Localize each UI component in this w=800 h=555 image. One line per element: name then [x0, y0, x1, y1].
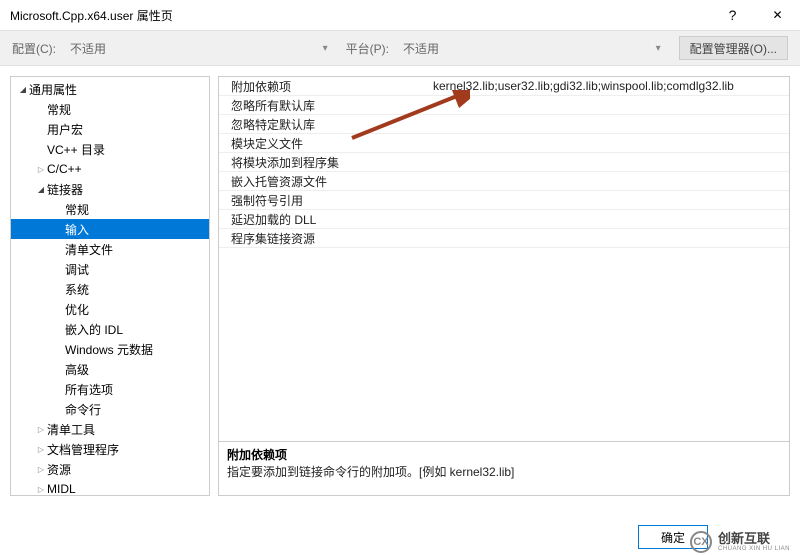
property-row[interactable]: 将模块添加到程序集 — [219, 153, 789, 172]
tree-item[interactable]: 常规 — [11, 99, 209, 119]
property-row[interactable]: 忽略特定默认库 — [219, 115, 789, 134]
tree-item[interactable]: ◢链接器 — [11, 179, 209, 199]
tree-item-label: 高级 — [65, 361, 89, 378]
tree-item[interactable]: ▷C/C++ — [11, 159, 209, 179]
tree-item-label: VC++ 目录 — [47, 141, 105, 158]
tree-item-label: 嵌入的 IDL — [65, 321, 123, 338]
property-label: 附加依赖项 — [219, 78, 429, 95]
property-label: 模块定义文件 — [219, 135, 429, 152]
property-row[interactable]: 强制符号引用 — [219, 191, 789, 210]
description-pane: 附加依赖项 指定要添加到链接命令行的附加项。[例如 kernel32.lib] — [218, 442, 790, 496]
tree-item-label: 常规 — [65, 201, 89, 218]
tree-item[interactable]: 系统 — [11, 279, 209, 299]
tree-item-label: 链接器 — [47, 181, 83, 198]
platform-label: 平台(P): — [346, 40, 389, 57]
description-title: 附加依赖项 — [227, 446, 781, 463]
tree-item-label: Windows 元数据 — [65, 341, 153, 358]
tree-item-label: 所有选项 — [65, 381, 113, 398]
tree-item-label: C/C++ — [47, 162, 82, 176]
watermark-brand-py: CHUANG XIN HU LIAN — [718, 546, 790, 553]
property-row[interactable]: 附加依赖项kernel32.lib;user32.lib;gdi32.lib;w… — [219, 77, 789, 96]
tree-item[interactable]: ◢通用属性 — [11, 79, 209, 99]
right-pane: 附加依赖项kernel32.lib;user32.lib;gdi32.lib;w… — [218, 76, 790, 496]
caret-closed-icon: ▷ — [35, 465, 47, 474]
tree-item[interactable]: 高级 — [11, 359, 209, 379]
tree-item-label: 调试 — [65, 261, 89, 278]
caret-closed-icon: ▷ — [35, 485, 47, 494]
tree-item[interactable]: ▷资源 — [11, 459, 209, 479]
platform-combo[interactable]: 不适用 ▾ — [395, 36, 667, 60]
tree-item-label: 优化 — [65, 301, 89, 318]
caret-closed-icon: ▷ — [35, 445, 47, 454]
tree-item[interactable]: 常规 — [11, 199, 209, 219]
tree-item-label: 清单文件 — [65, 241, 113, 258]
property-label: 忽略特定默认库 — [219, 116, 429, 133]
property-label: 程序集链接资源 — [219, 230, 429, 247]
title-bar: Microsoft.Cpp.x64.user 属性页 ? ✕ — [0, 0, 800, 30]
property-label: 将模块添加到程序集 — [219, 154, 429, 171]
tree-item[interactable]: 所有选项 — [11, 379, 209, 399]
config-manager-button[interactable]: 配置管理器(O)... — [679, 36, 788, 60]
tree-item[interactable]: 清单文件 — [11, 239, 209, 259]
platform-combo-value: 不适用 — [403, 40, 439, 57]
watermark: CX 创新互联 CHUANG XIN HU LIAN — [690, 531, 790, 553]
tree-item[interactable]: 调试 — [11, 259, 209, 279]
config-combo[interactable]: 不适用 ▾ — [62, 36, 334, 60]
tree-item[interactable]: Windows 元数据 — [11, 339, 209, 359]
tree-item[interactable]: ▷文档管理程序 — [11, 439, 209, 459]
caret-open-icon: ◢ — [17, 85, 29, 94]
config-label: 配置(C): — [12, 40, 56, 57]
caret-open-icon: ◢ — [35, 185, 47, 194]
tree-item-label: 文档管理程序 — [47, 441, 119, 458]
caret-closed-icon: ▷ — [35, 165, 47, 174]
chevron-down-icon: ▾ — [323, 43, 328, 54]
tree-item-label: 常规 — [47, 101, 71, 118]
config-toolbar: 配置(C): 不适用 ▾ 平台(P): 不适用 ▾ 配置管理器(O)... — [0, 30, 800, 66]
tree-item-label: 通用属性 — [29, 81, 77, 98]
tree-item[interactable]: 嵌入的 IDL — [11, 319, 209, 339]
property-label: 嵌入托管资源文件 — [219, 173, 429, 190]
tree-item[interactable]: 用户宏 — [11, 119, 209, 139]
property-label: 忽略所有默认库 — [219, 97, 429, 114]
property-row[interactable]: 程序集链接资源 — [219, 229, 789, 248]
tree-item[interactable]: VC++ 目录 — [11, 139, 209, 159]
property-row[interactable]: 延迟加载的 DLL — [219, 210, 789, 229]
close-icon[interactable]: ✕ — [755, 8, 800, 22]
window-title: Microsoft.Cpp.x64.user 属性页 — [10, 7, 710, 24]
tree-item[interactable]: 优化 — [11, 299, 209, 319]
property-label: 延迟加载的 DLL — [219, 211, 429, 228]
tree-item-label: 清单工具 — [47, 421, 95, 438]
tree-item-label: 输入 — [65, 221, 89, 238]
tree-item-label: 资源 — [47, 461, 71, 478]
tree-item-label: MIDL — [47, 482, 76, 496]
tree-item[interactable]: ▷清单工具 — [11, 419, 209, 439]
tree-item-label: 用户宏 — [47, 121, 83, 138]
property-row[interactable]: 模块定义文件 — [219, 134, 789, 153]
tree-item[interactable]: 命令行 — [11, 399, 209, 419]
chevron-down-icon: ▾ — [656, 43, 661, 54]
tree-item[interactable]: ▷MIDL — [11, 479, 209, 496]
tree-pane[interactable]: ◢通用属性常规用户宏VC++ 目录▷C/C++◢链接器常规输入清单文件调试系统优… — [10, 76, 210, 496]
help-icon[interactable]: ? — [710, 7, 755, 23]
watermark-logo: CX — [690, 531, 712, 553]
caret-closed-icon: ▷ — [35, 425, 47, 434]
property-label: 强制符号引用 — [219, 192, 429, 209]
property-row[interactable]: 嵌入托管资源文件 — [219, 172, 789, 191]
property-row[interactable]: 忽略所有默认库 — [219, 96, 789, 115]
tree-item[interactable]: 输入 — [11, 219, 209, 239]
description-text: 指定要添加到链接命令行的附加项。[例如 kernel32.lib] — [227, 463, 781, 480]
property-value[interactable]: kernel32.lib;user32.lib;gdi32.lib;winspo… — [429, 79, 789, 93]
property-grid[interactable]: 附加依赖项kernel32.lib;user32.lib;gdi32.lib;w… — [218, 76, 790, 442]
tree-item-label: 命令行 — [65, 401, 101, 418]
watermark-brand-cn: 创新互联 — [718, 532, 790, 546]
config-combo-value: 不适用 — [70, 40, 106, 57]
main-area: ◢通用属性常规用户宏VC++ 目录▷C/C++◢链接器常规输入清单文件调试系统优… — [0, 66, 800, 496]
tree-item-label: 系统 — [65, 281, 89, 298]
